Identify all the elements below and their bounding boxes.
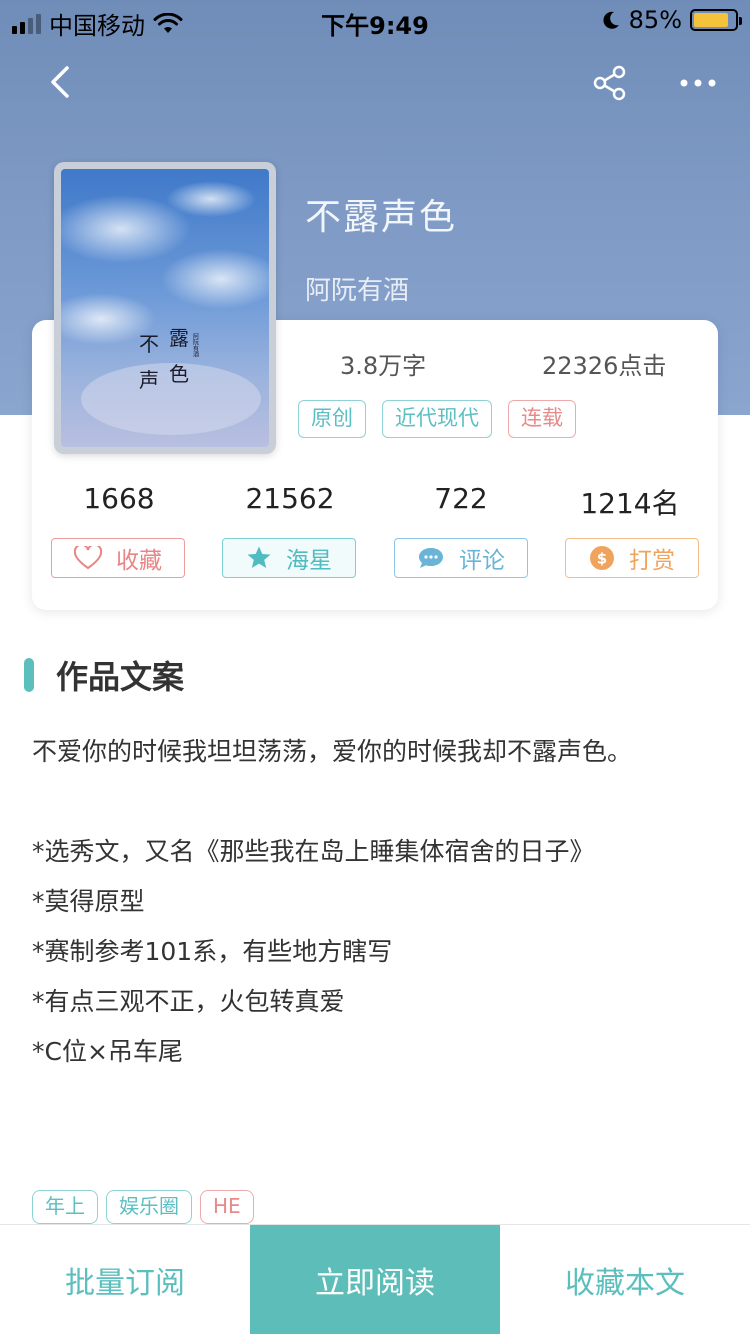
tag-serializing: 连载 [508,400,576,438]
tag-he[interactable]: HE [200,1190,254,1224]
book-author[interactable]: 阿阮有酒 [305,270,409,307]
book-cover[interactable]: 不 声 露 色 阿阮有酒 [54,162,276,454]
description-line: 不爱你的时候我坦坦荡荡，爱你的时候我却不露声色。 [32,737,633,766]
tag-older-top[interactable]: 年上 [32,1190,98,1224]
read-now-button[interactable]: 立即阅读 [250,1225,500,1334]
more-horizontal-icon [680,79,716,87]
section-accent-bar [24,658,34,692]
status-bar: 中国移动 下午9:49 85% [0,0,750,40]
description-line: *有点三观不正，火包转真爱 [32,987,345,1016]
tip-rank: 1214名 [580,487,680,520]
star-icon [247,546,271,568]
comment-button[interactable]: 评论 [394,538,528,578]
word-count: 3.8万字 [340,352,427,380]
cover-title-text: 不 [139,332,159,356]
description-line: *C位×吊车尾 [32,1037,183,1066]
book-title: 不露声色 [305,197,458,238]
starfish-button[interactable]: 海星 [222,538,356,578]
more-button[interactable] [676,63,720,103]
chevron-left-icon [51,66,69,98]
favorite-label: 收藏 [116,548,162,574]
comment-bubble-icon [419,548,443,568]
status-right: 85% [601,6,742,34]
bottom-tags: 年上 娱乐圈 HE [32,1190,254,1224]
description-line: *赛制参考101系，有些地方瞎写 [32,937,393,966]
cover-title-text: 露 [169,326,189,350]
book-tags: 原创 近代现代 连载 [298,400,576,438]
cover-title-text: 声 [139,368,159,392]
section-header: 作品文案 [24,652,184,698]
cover-author-text: 阿阮有酒 [192,332,199,358]
batch-subscribe-button[interactable]: 批量订阅 [0,1225,250,1334]
tag-entertainment[interactable]: 娱乐圈 [106,1190,192,1224]
heart-icon [74,546,102,570]
collect-button[interactable]: 收藏本文 [500,1225,750,1334]
tip-label: 打赏 [629,548,675,574]
share-icon [593,65,626,101]
tip-button[interactable]: $ 打赏 [565,538,699,578]
comment-label: 评论 [459,548,505,574]
battery-percent: 85% [628,6,682,34]
share-button[interactable] [590,63,630,103]
starfish-label: 海星 [286,548,332,574]
description-line: *选秀文，又名《那些我在岛上睡集体宿舍的日子》 [32,837,595,866]
cover-title-text: 色 [169,362,189,386]
click-count: 22326点击 [542,352,667,380]
cover-image: 不 声 露 色 阿阮有酒 [61,169,269,447]
moon-icon [603,11,619,29]
tag-modern[interactable]: 近代现代 [382,400,492,438]
starfish-count: 21562 [245,482,335,515]
back-button[interactable] [40,60,84,104]
battery-icon [690,9,742,31]
description-line: *莫得原型 [32,887,145,916]
tag-original[interactable]: 原创 [298,400,366,438]
favorites-count: 1668 [83,482,155,515]
svg-text:$: $ [597,550,607,568]
coin-icon: $ [590,546,614,570]
bottom-action-bar: 批量订阅 立即阅读 收藏本文 [0,1224,750,1334]
section-title: 作品文案 [56,658,185,696]
favorite-button[interactable]: 收藏 [51,538,185,578]
comments-count: 722 [434,482,488,515]
